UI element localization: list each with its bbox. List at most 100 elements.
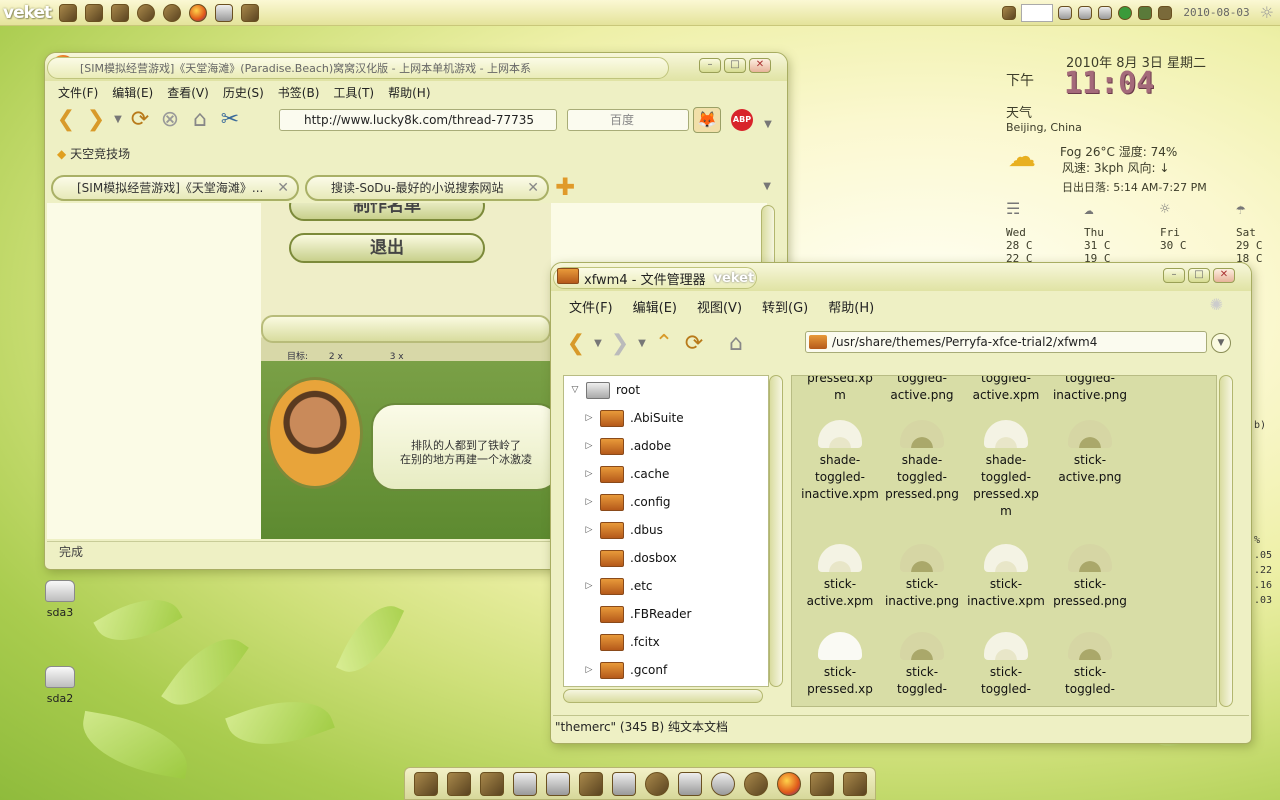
file-item[interactable]: stick-inactive.xpm [964,544,1048,610]
menu-file[interactable]: 文件(F) [51,84,105,101]
expander-icon[interactable]: ▷ [578,665,600,675]
menu-file[interactable]: 文件(F) [563,297,627,316]
file-item[interactable]: stick-active.png [1048,420,1132,486]
reload-icon[interactable]: ⟳ [679,332,709,356]
menu-tools[interactable]: 工具(T) [326,84,381,101]
path-bar[interactable]: /usr/share/themes/Perryfa-xfce-trial2/xf… [805,331,1207,353]
update-icon[interactable] [1138,5,1153,20]
reload-icon[interactable]: ⟳ [125,108,155,132]
expander-icon[interactable]: ▷ [578,441,600,451]
game-area[interactable]: 制作名单 退出 目标: 2 x 3 x 排队的人都到了铁岭了 在别的地方再建一个… [261,203,561,539]
file-manager-icon[interactable] [59,3,78,22]
file-item[interactable]: shade-toggled-pressed.png [880,420,964,503]
tree-row[interactable]: ▷ .cache [564,460,768,488]
menu-bookmarks[interactable]: 书签(B) [271,84,327,101]
monitor-icon[interactable] [545,771,570,796]
tab-list-icon[interactable]: ▼ [763,181,771,192]
network-icon[interactable] [1118,5,1133,20]
bookmark-item[interactable]: 天空竞技场 [70,147,130,161]
expander-icon[interactable]: ▷ [578,469,600,479]
signal-icon[interactable] [1002,5,1017,20]
tree-scrollbar[interactable] [769,375,783,687]
menu-history[interactable]: 历史(S) [216,84,271,101]
forward-dropdown-icon[interactable]: ▼ [635,332,649,356]
menu-view[interactable]: 查看(V) [160,84,216,101]
robot-icon[interactable] [677,771,702,796]
expander-icon[interactable]: ▷ [578,413,600,423]
skull-icon[interactable] [413,771,438,796]
gear-icon[interactable] [241,3,260,22]
exit-button[interactable]: 退出 [289,233,485,263]
speaker-icon[interactable] [1098,5,1113,20]
exit-icon[interactable] [842,771,867,796]
tree-row[interactable]: ▷ .config [564,488,768,516]
menu-dropdown-icon[interactable]: ▼ [761,113,775,137]
panel-date[interactable]: 2010-08-03 [1183,6,1249,19]
menu-edit[interactable]: 编辑(E) [105,84,160,101]
maximize-button[interactable]: □ [724,58,746,73]
tree-row-root[interactable]: ▽ root [564,376,768,404]
magnifier-icon[interactable] [710,771,735,796]
stop-icon[interactable]: ⊗ [155,108,185,132]
close-button[interactable]: ✕ [1213,268,1235,283]
desktop-icon-sda2[interactable]: sda2 [30,666,90,705]
file-item[interactable]: stick-inactive.png [880,544,964,610]
file-item[interactable]: stick-toggled- [964,632,1048,698]
menu-edit[interactable]: 编辑(E) [627,297,691,316]
tree-row[interactable]: ▷ .gconf [564,656,768,684]
file-item[interactable]: toggled-active.png [880,376,964,404]
presentation-icon[interactable] [809,771,834,796]
new-tab-icon[interactable]: ✚ [555,173,575,201]
file-item[interactable]: stick-pressed.png [1048,544,1132,610]
tree-hscrollbar[interactable] [563,689,763,703]
file-item[interactable]: shade-toggled-inactive.xpm [798,420,882,503]
forward-icon[interactable]: ❯ [605,332,635,356]
menu-view[interactable]: 视图(V) [691,297,756,316]
maximize-button[interactable]: □ [1188,268,1210,283]
menu-help[interactable]: 帮助(H) [822,297,888,316]
url-bar[interactable]: http://www.lucky8k.com/thread-77735 [279,109,557,131]
tree-row[interactable]: ▷ .AbiSuite [564,404,768,432]
path-dropdown-icon[interactable]: ▼ [1211,333,1231,353]
file-item[interactable]: toggled-inactive.png [1048,376,1132,404]
up-icon[interactable]: ⌃ [649,332,679,356]
browser-titlebar[interactable]: [SIM模拟经营游戏]《天堂海滩》(Paradise.Beach)窝窝汉化版 -… [45,53,787,81]
notes-icon[interactable] [578,771,603,796]
box-icon[interactable] [479,771,504,796]
expander-icon[interactable]: ▷ [578,581,600,591]
fish-icon[interactable] [743,771,768,796]
search-input[interactable]: 百度 [567,109,689,131]
fox-addon-icon[interactable]: 🦊 [693,107,721,133]
volume-icon[interactable] [137,3,156,22]
file-item[interactable]: toggled-active.xpm [964,376,1048,404]
close-button[interactable]: ✕ [749,58,771,73]
fm-titlebar[interactable]: xfwm4 - 文件管理器 veket – □ ✕ [551,263,1251,291]
forward-icon[interactable]: ❯ [81,108,111,132]
camera-icon[interactable] [512,771,537,796]
tree-row[interactable]: .FBReader [564,600,768,628]
history-dropdown-icon[interactable]: ▼ [111,108,125,132]
expander-icon[interactable]: ▷ [578,525,600,535]
file-item[interactable]: pressed.xp m [798,376,882,404]
desktop-icon-sda3[interactable]: sda3 [30,580,90,619]
minimize-button[interactable]: – [1163,268,1185,283]
close-tab-icon[interactable]: ✕ [277,177,289,199]
file-item[interactable]: stick-toggled- [880,632,964,698]
back-dropdown-icon[interactable]: ▼ [591,332,605,356]
back-icon[interactable]: ❮ [51,108,81,132]
pen-icon[interactable] [1158,5,1173,20]
scissors-icon[interactable]: ✂ [215,108,245,132]
minimize-button[interactable]: – [699,58,721,73]
home-icon[interactable]: ⌂ [721,332,751,356]
expander-icon[interactable]: ▷ [578,497,600,507]
tab-game[interactable]: [SIM模拟经营游戏]《天堂海滩》... ✕ [51,175,299,201]
tools-icon[interactable] [215,3,234,22]
home-icon[interactable]: ⌂ [185,108,215,132]
file-item[interactable]: stick-toggled- [1048,632,1132,698]
snowman-icon[interactable] [611,771,636,796]
hammer-icon[interactable] [85,3,104,22]
icons-scrollbar[interactable] [1219,375,1233,707]
file-item[interactable]: shade-toggled-pressed.xp m [964,420,1048,520]
file-item[interactable]: stick-pressed.xp [798,632,882,698]
battery-icon[interactable] [1078,5,1093,20]
